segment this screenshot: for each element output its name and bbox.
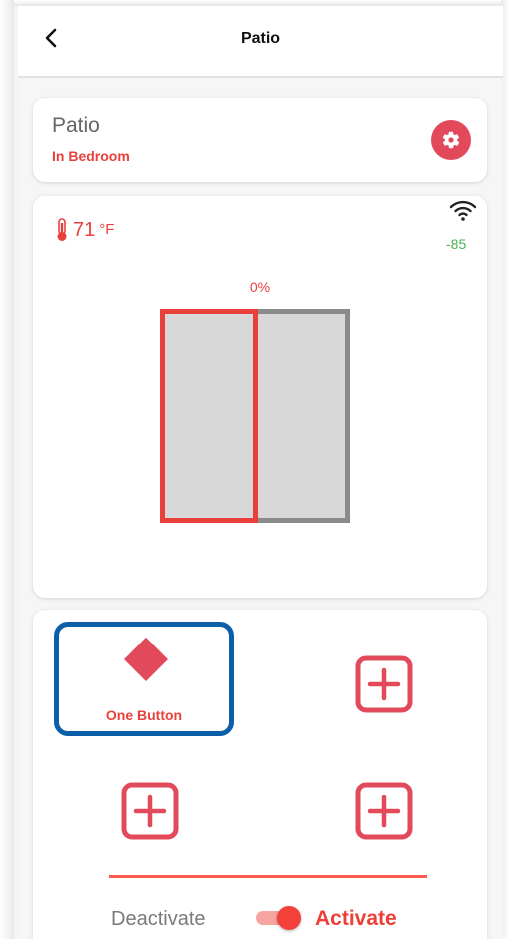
temperature-value: 71 xyxy=(73,218,96,241)
temperature-unit: °F xyxy=(99,220,115,238)
one-button-label: One Button xyxy=(105,707,183,723)
thermometer-icon xyxy=(57,218,67,241)
device-room: In Bedroom xyxy=(52,148,130,164)
shade-visual[interactable] xyxy=(160,309,350,523)
page-title: Patio xyxy=(240,30,281,47)
diamond-icon xyxy=(122,635,170,683)
frame-edge xyxy=(0,0,14,939)
shade-position-percent: 0% xyxy=(249,279,271,295)
add-button-top-right[interactable] xyxy=(355,655,413,713)
divider xyxy=(109,875,427,878)
device-card: Patio In Bedroom xyxy=(33,98,487,182)
signal-strength: -85 xyxy=(446,236,467,252)
temperature-readout: 71 °F xyxy=(55,218,114,242)
activation-toggle[interactable] xyxy=(256,906,304,930)
app: Patio Patio In Bedroom 71 °F -85 0% One … xyxy=(18,6,503,939)
plus-square-icon xyxy=(355,655,413,713)
header-bar: Patio xyxy=(18,6,503,78)
plus-square-icon xyxy=(355,782,413,840)
activation-row: Deactivate Activate xyxy=(33,900,487,936)
shade-pane-left xyxy=(160,309,258,523)
add-button-bottom-right[interactable] xyxy=(355,782,413,840)
device-name: Patio xyxy=(52,114,100,137)
settings-button[interactable] xyxy=(431,120,471,160)
buttons-card: One Button Deactivate Activate xyxy=(33,610,487,939)
deactivate-label[interactable]: Deactivate xyxy=(111,908,206,931)
add-button-bottom-left[interactable] xyxy=(121,782,179,840)
screen: Patio Patio In Bedroom 71 °F -85 0% One … xyxy=(0,0,509,939)
plus-square-icon xyxy=(121,782,179,840)
toggle-knob xyxy=(277,906,301,930)
shade-status-card: 71 °F -85 0% xyxy=(33,196,487,598)
wifi-icon xyxy=(449,200,477,221)
shade-pane-right xyxy=(250,309,350,523)
gear-icon xyxy=(442,131,460,149)
one-button-scene[interactable]: One Button xyxy=(54,622,234,736)
activate-label[interactable]: Activate xyxy=(315,907,397,931)
